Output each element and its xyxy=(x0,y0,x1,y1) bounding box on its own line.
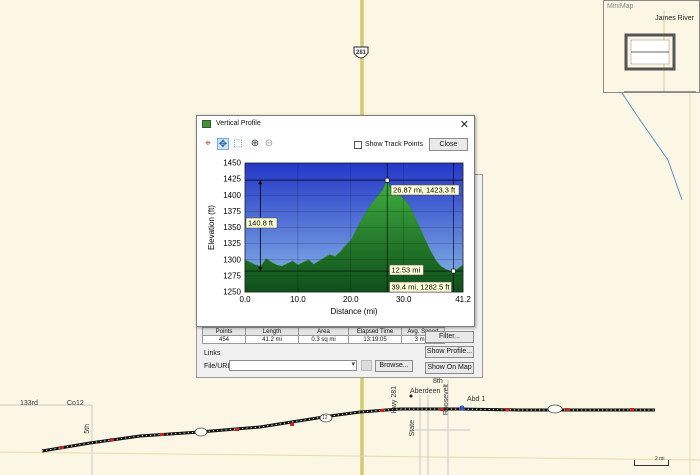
x-tick-label: 30.0 xyxy=(396,295,412,304)
low-point-label: 39.4 mi, 1282.5 ft xyxy=(392,283,451,292)
y-axis-label: Elevation (ft) xyxy=(207,205,216,250)
y-tick-label: 1325 xyxy=(223,239,241,248)
y-tick-label: 1375 xyxy=(223,207,241,216)
road-label-5th: 5th xyxy=(84,424,91,434)
peak-label: 26.87 mi, 1423.3 ft xyxy=(393,186,456,195)
road-label-133rd: 133rd xyxy=(20,400,38,407)
minimap-canvas xyxy=(624,11,696,92)
track-stats-table: Points Length Area Elapsed Time Avg. Speed 4… xyxy=(202,327,445,344)
profile-window-icon xyxy=(202,120,211,128)
vertical-profile-window[interactable]: Vertical Profile ✕ ⌖ ✥ ⬚ ⊕ ⊖ Show Track … xyxy=(196,115,475,327)
crosshair-icon[interactable]: ⌖ xyxy=(202,138,214,150)
zoom-out-icon[interactable]: ⊖ xyxy=(263,138,275,150)
peak-marker xyxy=(384,177,390,183)
browse-button[interactable]: Browse... xyxy=(375,360,413,372)
highway-shield-label: 281 xyxy=(356,50,367,56)
show-track-points-checkbox[interactable] xyxy=(354,141,362,149)
small-shield-label: 12 xyxy=(322,415,328,421)
y-tick-label: 1425 xyxy=(223,175,241,184)
stats-value: 41.2 mi xyxy=(245,335,299,344)
stats-header: Area xyxy=(298,327,349,336)
close-icon[interactable]: ✕ xyxy=(460,118,469,131)
road-label-state: State xyxy=(409,420,416,437)
select-zoom-icon[interactable]: ⬚ xyxy=(232,138,244,150)
file-url-input[interactable]: ▾ xyxy=(229,360,357,371)
show-profile-button[interactable]: Show Profile... xyxy=(425,346,474,358)
disabled-button xyxy=(361,360,372,371)
scale-label: 2 mi xyxy=(655,456,665,462)
place-label-aberdeen: Aberdeen xyxy=(410,388,441,395)
stats-value: 0.3 sq mi xyxy=(298,335,349,344)
title-bar[interactable]: Vertical Profile ✕ xyxy=(197,116,474,134)
elevation-profile-chart[interactable]: 1250127513001325135013751400142514500.0 1… xyxy=(197,156,474,326)
show-track-points-label: Show Track Points xyxy=(365,141,423,148)
show-on-map-button[interactable]: Show On Map xyxy=(425,362,474,374)
road-label-co12: Co12 xyxy=(67,400,84,407)
zoom-in-icon[interactable]: ⊕ xyxy=(249,138,261,150)
y-tick-label: 1275 xyxy=(223,271,241,280)
waypoint-label-abd: Abd 1 xyxy=(467,396,486,403)
x-tick-label: 0.0 xyxy=(239,295,251,304)
x-axis-label: Distance (mi) xyxy=(330,307,377,316)
road-label-8th: 8th xyxy=(433,378,443,385)
x-tick-label: 41.2 xyxy=(455,295,471,304)
y-tick-label: 1450 xyxy=(223,159,241,168)
stats-header: Points xyxy=(202,327,246,336)
low-marker xyxy=(451,268,456,274)
stats-header: Elapsed Time xyxy=(348,327,402,336)
y-tick-label: 1400 xyxy=(223,191,241,200)
close-button[interactable]: Close xyxy=(429,138,468,151)
minimap-panel[interactable]: MiniMap James River xyxy=(603,0,700,93)
road-label-roosevelt: Roosevelt xyxy=(443,384,450,416)
distance-span-label: 12.53 mi xyxy=(391,266,420,275)
stats-value: 454 xyxy=(202,335,246,344)
x-tick-label: 10.0 xyxy=(290,295,306,304)
filter-button[interactable]: Filter... xyxy=(425,331,474,343)
move-icon[interactable]: ✥ xyxy=(217,138,229,150)
chevron-down-icon[interactable]: ▾ xyxy=(351,360,355,368)
road-label-hwy281: Hwy 281 xyxy=(391,386,398,414)
y-tick-label: 1350 xyxy=(223,223,241,232)
x-tick-label: 20.0 xyxy=(343,295,359,304)
y-tick-label: 1300 xyxy=(223,255,241,264)
window-title: Vertical Profile xyxy=(216,120,261,127)
stats-header: Length xyxy=(245,327,299,336)
links-section-label: Links xyxy=(204,350,221,357)
gain-label: 140.8 ft xyxy=(248,219,274,228)
stats-value: 13:19:05 xyxy=(348,335,402,344)
